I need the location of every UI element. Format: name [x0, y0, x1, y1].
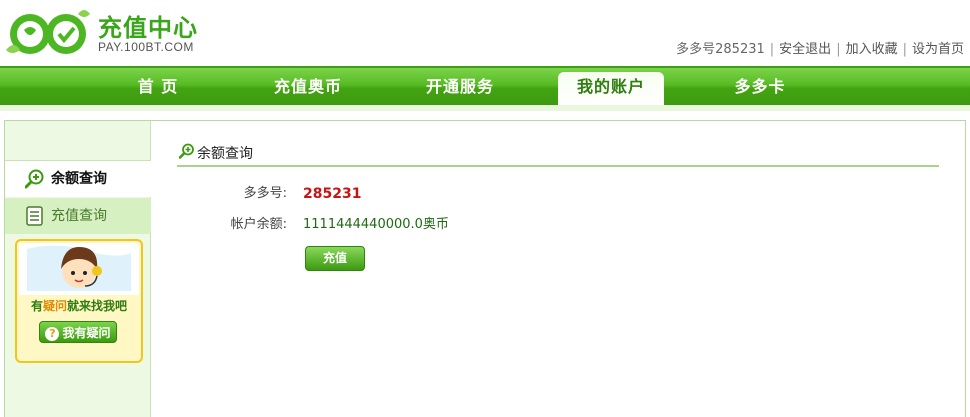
help-text-c: 就来找我吧 [67, 299, 128, 313]
balance-value: 1111444440000.0奥币 [303, 217, 449, 232]
magnifier-plus-icon [25, 169, 44, 189]
user-id-label: 多多号285231 [676, 42, 765, 57]
nav-my-account-label: 我的账户 [576, 77, 645, 96]
sidebar-item-balance-query[interactable]: 余额查询 [5, 161, 152, 197]
balance-row: 帐户余额: 1111444440000.0奥币 [177, 214, 877, 236]
brand-logo-icon[interactable] [4, 6, 96, 58]
main-nav: 首 页 充值奥币 开通服务 我的账户 多多卡 [0, 66, 970, 111]
help-card: 有疑问就来找我吧 ? 我有疑问 [15, 239, 143, 363]
add-favorite-link[interactable]: 加入收藏 [846, 38, 898, 57]
help-text-highlight: 疑问 [42, 299, 67, 313]
nav-duoduo-card[interactable]: 多多卡 [712, 68, 808, 105]
nav-underline [0, 105, 970, 111]
account-id-value: 285231 [303, 186, 362, 202]
section-title: 余额查询 [197, 146, 253, 162]
document-list-icon [26, 206, 43, 226]
question-mark-icon: ? [45, 327, 60, 341]
link-separator: | [836, 42, 841, 57]
magnifier-plus-icon [179, 143, 194, 159]
support-mascot-icon [19, 243, 139, 295]
balance-label: 帐户余额: [230, 217, 287, 232]
nav-recharge-coins[interactable]: 充值奥币 [258, 68, 358, 105]
section-header: 余额查询 [177, 141, 939, 167]
header: 充值中心 PAY.100BT.COM 多多号285231 | 安全退出 | 加入收藏 | 设… [0, 0, 970, 66]
set-homepage-link[interactable]: 设为首页 [912, 38, 964, 57]
recharge-button[interactable]: 充值 [305, 246, 365, 271]
sidebar-item-label: 余额查询 [51, 171, 107, 187]
link-separator: | [769, 42, 775, 57]
brand-subtitle: PAY.100BT.COM [98, 40, 194, 54]
account-id-row: 多多号: 285231 [177, 183, 877, 205]
brand-title: 充值中心 [98, 14, 198, 42]
ask-question-button[interactable]: ? 我有疑问 [39, 321, 117, 343]
sidebar: 余额查询 充值查询 有疑问就来找我吧 ? 我有疑问 [5, 121, 152, 417]
link-separator: | [902, 42, 907, 57]
help-text: 有疑问就来找我吧 [17, 297, 141, 314]
nav-my-account[interactable]: 我的账户 [558, 72, 664, 111]
nav-home[interactable]: 首 页 [110, 68, 206, 105]
logout-link[interactable]: 安全退出 [779, 38, 831, 57]
sidebar-item-recharge-query[interactable]: 充值查询 [5, 198, 151, 234]
ask-question-label: 我有疑问 [62, 326, 111, 340]
content-frame: 余额查询 充值查询 有疑问就来找我吧 ? 我有疑问 余额查询 多多号: 2852… [4, 120, 966, 417]
help-text-a: 有 [30, 299, 43, 313]
nav-open-services[interactable]: 开通服务 [410, 68, 510, 105]
sidebar-item-label: 充值查询 [51, 208, 107, 224]
top-links: 多多号285231 | 安全退出 | 加入收藏 | 设为首页 [676, 38, 964, 57]
main-panel: 余额查询 多多号: 285231 帐户余额: 1111444440000.0奥币… [177, 121, 939, 417]
account-id-label: 多多号: [243, 186, 287, 201]
